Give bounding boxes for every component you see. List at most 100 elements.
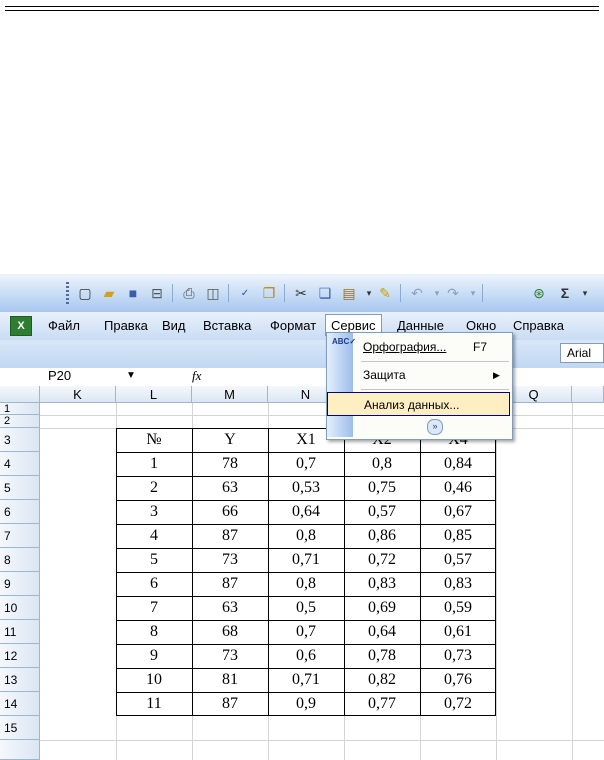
table-cell[interactable]: 8 [116,620,192,644]
redo-icon[interactable]: ↷ [444,284,462,302]
column-header[interactable] [572,386,604,403]
menu-format[interactable]: Формат [270,318,316,333]
table-cell[interactable]: 0,9 [268,692,344,716]
table-cell[interactable]: 0,57 [344,500,420,524]
table-cell[interactable]: 10 [116,668,192,692]
table-cell[interactable]: 1 [116,452,192,476]
table-cell[interactable]: 81 [192,668,268,692]
table-cell[interactable]: 0,59 [420,596,496,620]
column-header[interactable]: L [116,386,192,403]
spelling-icon[interactable]: ✓ [236,284,254,302]
table-cell[interactable]: 87 [192,572,268,596]
row-header[interactable]: 2 [0,415,40,428]
row-header[interactable]: 11 [0,620,40,644]
table-cell[interactable]: 87 [192,524,268,548]
copy-icon[interactable]: ❏ [316,284,334,302]
table-cell[interactable]: 0,8 [268,572,344,596]
table-cell[interactable]: 0,67 [420,500,496,524]
hyperlink-icon[interactable]: ⊛ [530,284,548,302]
table-cell[interactable]: 0,84 [420,452,496,476]
table-cell[interactable]: 0,7 [268,620,344,644]
table-cell[interactable]: 0,71 [268,668,344,692]
table-cell[interactable]: 0,72 [344,548,420,572]
table-cell[interactable]: 0,78 [344,644,420,668]
table-cell[interactable]: 68 [192,620,268,644]
table-cell[interactable]: 0,57 [420,548,496,572]
table-cell[interactable]: 0,8 [344,452,420,476]
table-cell[interactable]: 0,6 [268,644,344,668]
table-cell[interactable]: 0,53 [268,476,344,500]
row-header[interactable]: 4 [0,452,40,476]
table-cell[interactable]: 78 [192,452,268,476]
menu-item-protection[interactable]: Защита ▶ [327,363,510,387]
table-cell[interactable]: 6 [116,572,192,596]
name-box[interactable]: P20 [42,368,130,385]
menu-item-data-analysis[interactable]: Анализ данных... [327,392,510,416]
table-cell[interactable]: 73 [192,548,268,572]
redo-dropdown-icon[interactable]: ▾ [464,284,482,302]
row-header[interactable]: 14 [0,692,40,716]
row-header[interactable]: 5 [0,476,40,500]
select-all-corner[interactable] [0,386,40,403]
font-name-box[interactable]: Arial [560,343,604,363]
table-header-cell[interactable]: Y [192,428,268,452]
table-cell[interactable]: 0,83 [420,572,496,596]
table-cell[interactable]: 0,77 [344,692,420,716]
row-header[interactable]: 13 [0,668,40,692]
table-cell[interactable]: 4 [116,524,192,548]
row-header[interactable]: 12 [0,644,40,668]
table-cell[interactable]: 0,64 [344,620,420,644]
menu-window[interactable]: Окно [466,318,496,333]
fx-icon[interactable]: fx [192,368,201,384]
row-header[interactable]: 6 [0,500,40,524]
row-header[interactable]: 9 [0,572,40,596]
row-header[interactable]: 1 [0,403,40,415]
column-header[interactable]: K [40,386,116,403]
table-cell[interactable]: 0,75 [344,476,420,500]
row-header[interactable]: 8 [0,548,40,572]
new-icon[interactable]: ▢ [76,284,94,302]
table-cell[interactable]: 0,64 [268,500,344,524]
table-cell[interactable]: 0,83 [344,572,420,596]
table-cell[interactable]: 7 [116,596,192,620]
toolbar-grip[interactable] [66,282,69,304]
permission-icon[interactable]: ⊟ [148,284,166,302]
table-cell[interactable]: 73 [192,644,268,668]
table-cell[interactable]: 2 [116,476,192,500]
open-icon[interactable]: ▰ [100,284,118,302]
table-cell[interactable]: 0,72 [420,692,496,716]
table-cell[interactable]: 0,61 [420,620,496,644]
menu-file[interactable]: Файл [48,318,80,333]
table-cell[interactable]: 63 [192,476,268,500]
table-cell[interactable]: 0,71 [268,548,344,572]
row-header[interactable]: 15 [0,716,40,740]
save-icon[interactable]: ■ [124,284,142,302]
format-painter-icon[interactable]: ✎ [376,284,394,302]
table-cell[interactable]: 0,76 [420,668,496,692]
table-cell[interactable]: 0,82 [344,668,420,692]
row-header[interactable]: 10 [0,596,40,620]
table-cell[interactable]: 0,8 [268,524,344,548]
menu-insert[interactable]: Вставка [203,318,251,333]
autosum-icon[interactable]: Σ [556,284,574,302]
cut-icon[interactable]: ✂ [292,284,310,302]
excel-document-icon[interactable]: X [10,316,32,336]
table-header-cell[interactable]: № [116,428,192,452]
table-cell[interactable]: 87 [192,692,268,716]
print-icon[interactable]: ⎙ [180,284,198,302]
table-cell[interactable]: 3 [116,500,192,524]
menu-edit[interactable]: Правка [104,318,148,333]
autosum-dropdown-icon[interactable]: ▾ [576,284,594,302]
table-cell[interactable]: 0,85 [420,524,496,548]
table-cell[interactable]: 0,5 [268,596,344,620]
row-header[interactable]: 7 [0,524,40,548]
table-cell[interactable]: 11 [116,692,192,716]
undo-icon[interactable]: ↶ [408,284,426,302]
table-cell[interactable]: 0,73 [420,644,496,668]
table-cell[interactable]: 5 [116,548,192,572]
table-cell[interactable]: 0,69 [344,596,420,620]
menu-item-spelling[interactable]: Орфография... F7 [327,335,510,359]
row-header[interactable] [0,740,40,760]
print-preview-icon[interactable]: ◫ [204,284,222,302]
menu-data[interactable]: Данные [397,318,444,333]
